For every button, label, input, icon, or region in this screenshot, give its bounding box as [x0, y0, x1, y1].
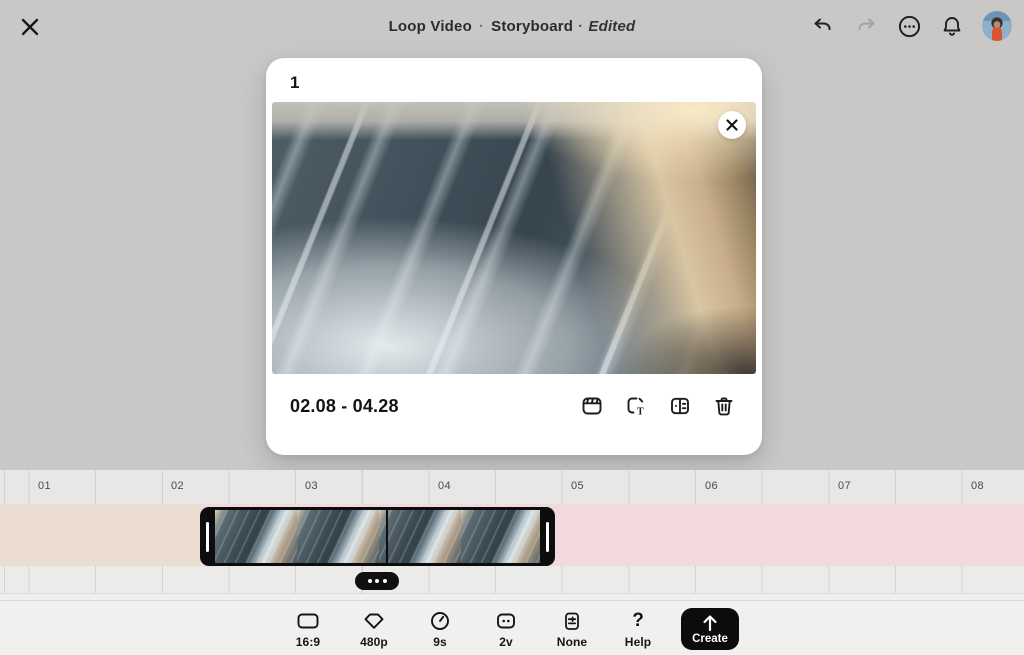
- undo-icon: [811, 14, 835, 38]
- title-separator: ·: [578, 18, 583, 35]
- project-name: Loop Video: [389, 18, 472, 35]
- close-scene-button[interactable]: [718, 111, 746, 139]
- scene-detail-card: 1 02.08 - 04.28 T: [266, 58, 762, 455]
- edit-text-button[interactable]: T: [624, 394, 648, 418]
- ruler-label: 02: [171, 480, 184, 492]
- settings-toolbar: 16:9 480p 9s 2v None ? Help Create: [0, 600, 1024, 655]
- svg-text:T: T: [637, 407, 644, 418]
- arrow-up-icon: [700, 614, 720, 632]
- aspect-ratio-value: 16:9: [296, 635, 320, 649]
- notifications-bell-icon: [940, 14, 964, 38]
- clip-trim-handle-left[interactable]: [200, 510, 215, 563]
- user-avatar[interactable]: [982, 11, 1012, 41]
- help-icon: ?: [632, 610, 644, 632]
- notifications-button[interactable]: [939, 13, 965, 39]
- ruler-label: 01: [38, 480, 51, 492]
- ruler-label: 06: [705, 480, 718, 492]
- timeline-ruler[interactable]: 01 02 03 04 05 06 07 08: [0, 470, 1024, 504]
- quality-value: 480p: [360, 635, 388, 649]
- scene-number: 1: [266, 58, 762, 102]
- quality-gem-icon: [362, 610, 386, 632]
- clip-thumbnails[interactable]: [215, 510, 540, 563]
- scene-preview-image: [272, 102, 756, 374]
- undo-button[interactable]: [810, 13, 836, 39]
- ruler-label: 04: [438, 480, 451, 492]
- trash-icon: [712, 394, 736, 418]
- audio-setting[interactable]: None: [549, 610, 595, 649]
- topbar-actions: [810, 11, 1012, 41]
- more-options-icon: [897, 14, 922, 39]
- timeline: 01 02 03 04 05 06 07 08: [0, 470, 1024, 600]
- clip-time-range: 02.08 - 04.28: [290, 396, 399, 417]
- top-bar: Loop Video · Storyboard · Edited: [0, 0, 1024, 52]
- variations-setting[interactable]: 2v: [483, 610, 529, 649]
- redo-button[interactable]: [853, 13, 879, 39]
- redo-icon: [854, 14, 878, 38]
- clip-trim-handle-right[interactable]: [540, 510, 555, 563]
- create-button[interactable]: Create: [681, 608, 739, 650]
- aspect-ratio-setting[interactable]: 16:9: [285, 610, 331, 649]
- ruler-label: 08: [971, 480, 984, 492]
- trim-bar-icon: [546, 522, 550, 552]
- scene-actions: T: [580, 394, 736, 418]
- ruler-label: 03: [305, 480, 318, 492]
- help-button[interactable]: ? Help: [615, 610, 661, 649]
- close-icon: [726, 119, 738, 131]
- variations-icon: [494, 610, 518, 632]
- media-button[interactable]: [580, 394, 604, 418]
- more-options-button[interactable]: [896, 13, 922, 39]
- aspect-ratio-icon: [296, 610, 320, 632]
- ellipsis-icon: [368, 579, 372, 583]
- ellipsis-icon: [383, 579, 387, 583]
- trim-bar-icon: [206, 522, 210, 552]
- duration-value: 9s: [433, 635, 447, 649]
- create-label: Create: [692, 633, 728, 645]
- variations-value: 2v: [499, 635, 513, 649]
- ruler-label: 05: [571, 480, 584, 492]
- title-separator: ·: [479, 18, 484, 35]
- audio-none-icon: [560, 610, 584, 632]
- flip-pages-icon: [668, 394, 692, 418]
- ruler-label: 07: [838, 480, 851, 492]
- quality-setting[interactable]: 480p: [351, 610, 397, 649]
- clip-more-options-pill[interactable]: [355, 572, 399, 590]
- audio-value: None: [557, 635, 587, 649]
- flip-compare-button[interactable]: [668, 394, 692, 418]
- clapperboard-icon: [580, 394, 604, 418]
- delete-scene-button[interactable]: [712, 394, 736, 418]
- view-name: Storyboard: [491, 18, 573, 35]
- secondary-track-row[interactable]: [0, 566, 1024, 593]
- ellipsis-icon: [375, 579, 379, 583]
- clip-segment-divider: [386, 510, 389, 563]
- selected-video-clip[interactable]: [200, 507, 555, 566]
- track-row-spacer: [0, 593, 1024, 600]
- duration-setting[interactable]: 9s: [417, 610, 463, 649]
- scene-text-icon: T: [624, 394, 648, 418]
- video-track-lead-segment: [0, 504, 201, 566]
- help-label: Help: [625, 635, 651, 649]
- edited-status: Edited: [588, 18, 635, 35]
- scene-footer: 02.08 - 04.28 T: [266, 374, 762, 438]
- duration-timer-icon: [428, 610, 452, 632]
